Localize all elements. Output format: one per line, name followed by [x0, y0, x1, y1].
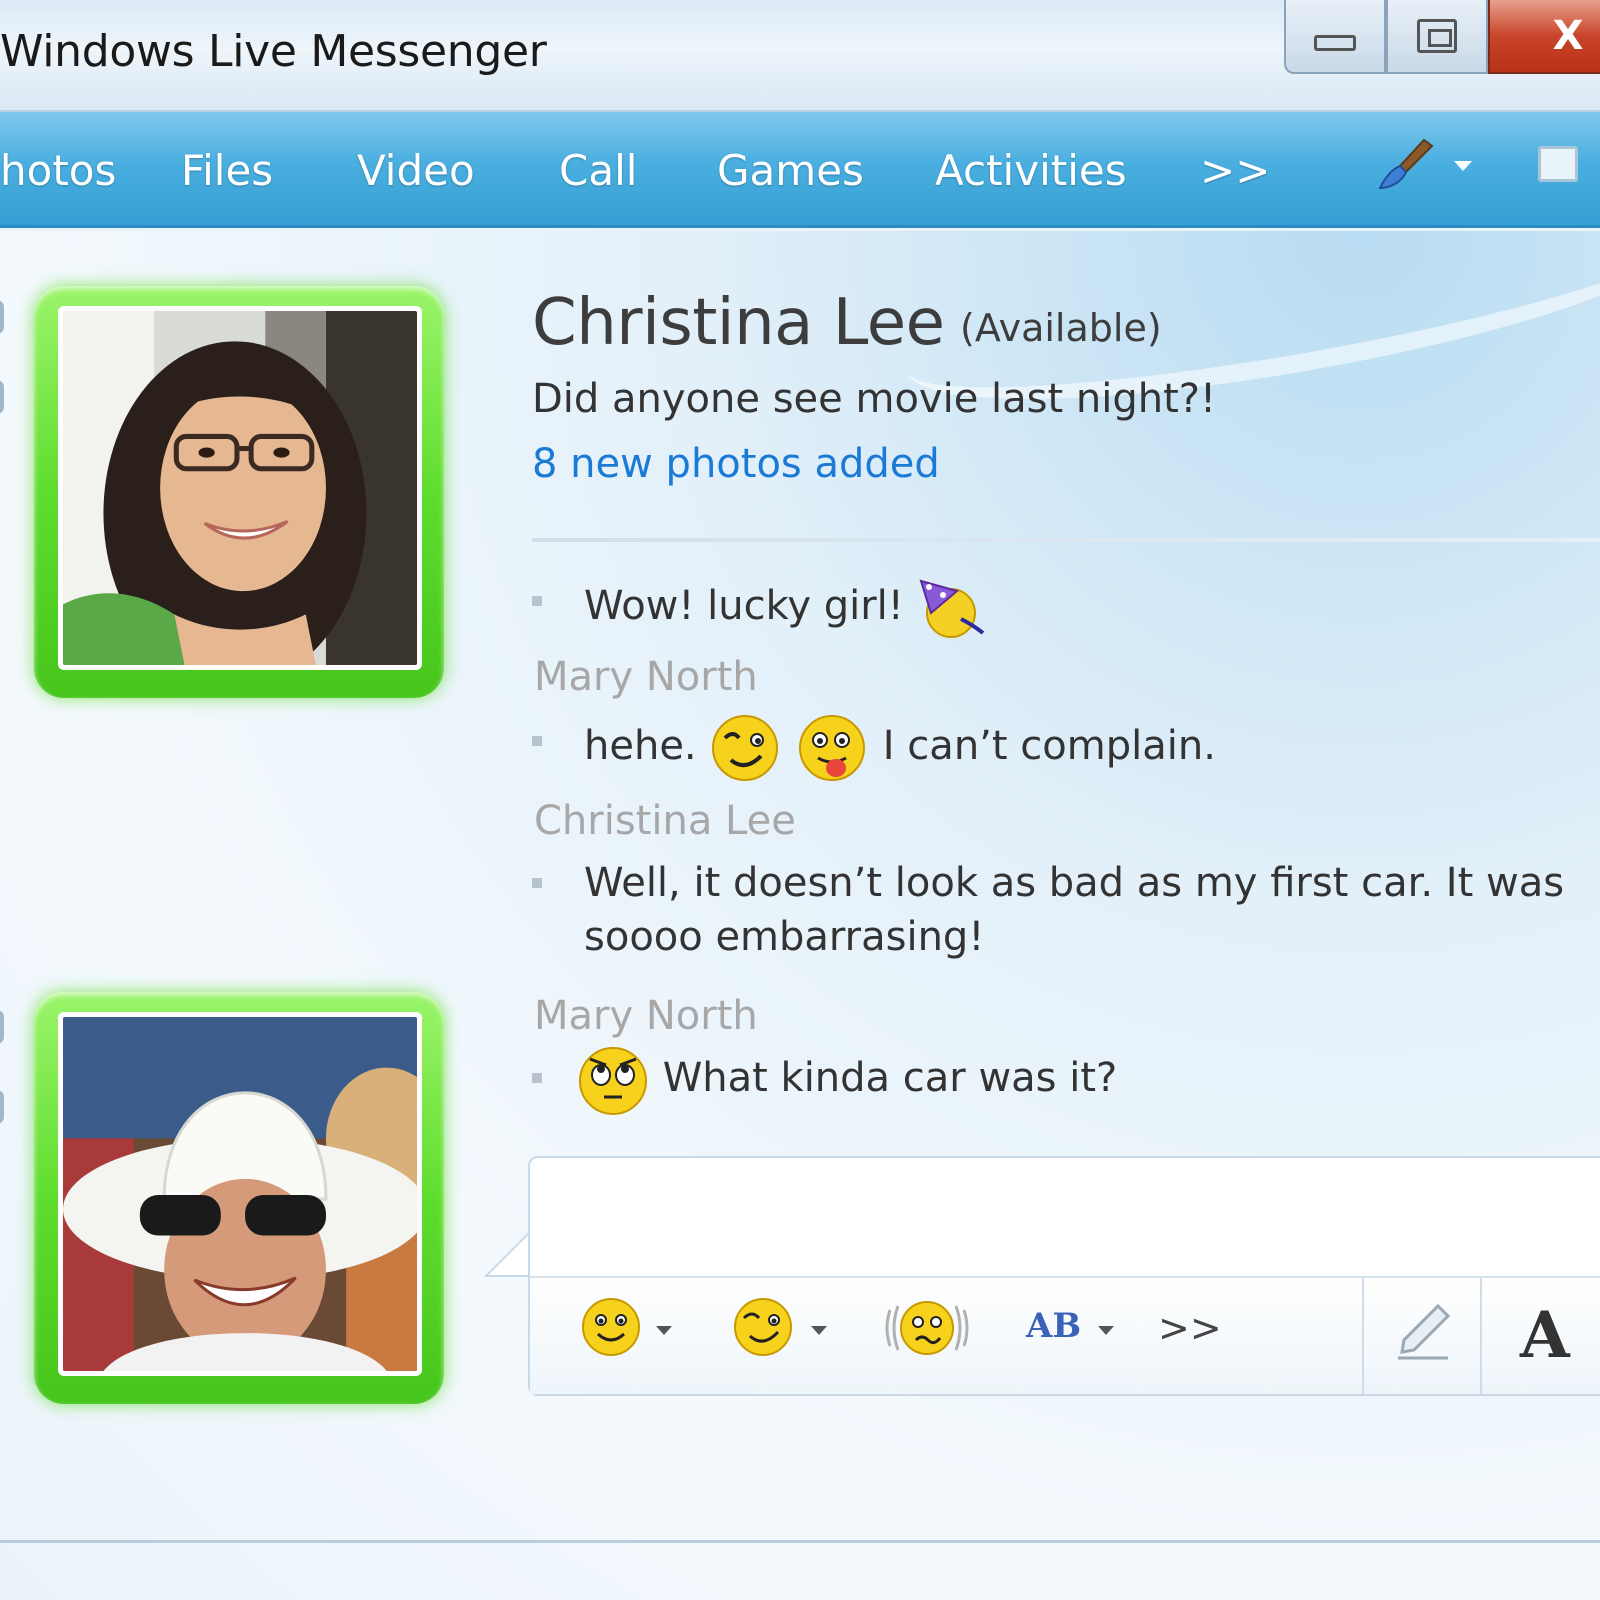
contact-avatar-frame[interactable] — [34, 286, 444, 698]
tongue-icon — [799, 715, 866, 781]
emoticon-dropdown-icon[interactable] — [656, 1326, 672, 1335]
message-line: Well, it doesn’t look as bad as my first… — [584, 856, 1564, 964]
handwrite-icon[interactable] — [1394, 1302, 1452, 1360]
side-tab[interactable] — [0, 1090, 4, 1124]
sender-name: Mary North — [534, 993, 758, 1039]
close-button[interactable]: X — [1488, 0, 1600, 74]
party-icon — [919, 579, 984, 638]
wink-icon — [712, 715, 779, 781]
menu-icon[interactable] — [1538, 146, 1578, 182]
window-bottom-border — [0, 1540, 1600, 1543]
user-avatar-photo — [63, 1017, 417, 1371]
paintbrush-icon[interactable] — [1376, 136, 1436, 192]
message-line: What kinda car was it? — [576, 1043, 1117, 1117]
window-controls: X — [1284, 0, 1600, 74]
main-toolbar: hotos Files Video Call Games Activities … — [0, 112, 1600, 228]
toolbar-photos[interactable]: hotos — [0, 146, 116, 195]
side-tab[interactable] — [0, 300, 4, 334]
title-bar: Windows Live Messenger X — [0, 0, 1600, 112]
toolbar-more[interactable]: >> — [1200, 146, 1270, 195]
user-avatar-frame[interactable] — [34, 992, 444, 1404]
toolbar-separator — [1480, 1278, 1482, 1394]
message-text: soooo embarrasing! — [584, 914, 985, 960]
new-photos-link[interactable]: 8 new photos added — [532, 441, 940, 487]
side-tab[interactable] — [0, 380, 4, 414]
theme-dropdown-arrow-icon[interactable] — [1454, 161, 1472, 171]
personal-message: Did anyone see movie last night?! — [532, 376, 1217, 422]
font-style-icon[interactable]: AB — [1026, 1306, 1081, 1346]
toolbar-video[interactable]: Video — [357, 146, 475, 195]
font-icon[interactable]: A — [1520, 1298, 1570, 1373]
minimize-button[interactable] — [1284, 0, 1386, 74]
message-text: Wow! lucky girl! — [584, 583, 904, 629]
message-text: Well, it doesn’t look as bad as my first… — [584, 860, 1565, 906]
contact-name: Christina Lee — [532, 286, 945, 360]
toolbar-activities[interactable]: Activities — [935, 146, 1127, 195]
wink-dropdown-icon[interactable] — [811, 1326, 827, 1335]
maximize-icon — [1417, 19, 1457, 53]
contact-avatar-photo — [63, 311, 417, 665]
input-bubble-tail — [484, 1232, 534, 1282]
message-bullet — [532, 596, 542, 606]
toolbar-files[interactable]: Files — [181, 146, 273, 195]
message-bullet — [532, 878, 542, 888]
side-tab[interactable] — [0, 1010, 4, 1044]
sender-name: Christina Lee — [534, 798, 796, 844]
font-style-dropdown-icon[interactable] — [1098, 1326, 1114, 1335]
nudge-icon[interactable] — [882, 1296, 972, 1360]
user-photo-image — [63, 1017, 417, 1371]
wink-toolbar-icon[interactable] — [732, 1296, 794, 1358]
message-line: Wow! lucky girl! — [584, 573, 991, 643]
message-line: hehe. I can’t complain. — [584, 712, 1216, 784]
toolbar-call[interactable]: Call — [559, 146, 637, 195]
input-toolbar-more[interactable]: >> — [1158, 1306, 1222, 1350]
minimize-icon — [1314, 35, 1356, 51]
maximize-button[interactable] — [1386, 0, 1488, 74]
message-bullet — [532, 1073, 542, 1083]
emoticon-icon[interactable] — [580, 1296, 642, 1358]
header-divider — [532, 538, 1600, 542]
message-bullet — [532, 736, 542, 746]
message-text: I can’t complain. — [882, 723, 1216, 769]
toolbar-separator — [1362, 1278, 1364, 1394]
contact-photo-image — [63, 311, 417, 665]
eye-roll-icon — [579, 1047, 647, 1115]
sender-name: Mary North — [534, 654, 758, 700]
message-text: hehe. — [584, 723, 697, 769]
close-icon: X — [1552, 13, 1584, 59]
message-text: What kinda car was it? — [662, 1055, 1118, 1101]
toolbar-games[interactable]: Games — [717, 146, 864, 195]
contact-status: (Available) — [960, 306, 1162, 350]
window-title: Windows Live Messenger — [0, 26, 547, 77]
